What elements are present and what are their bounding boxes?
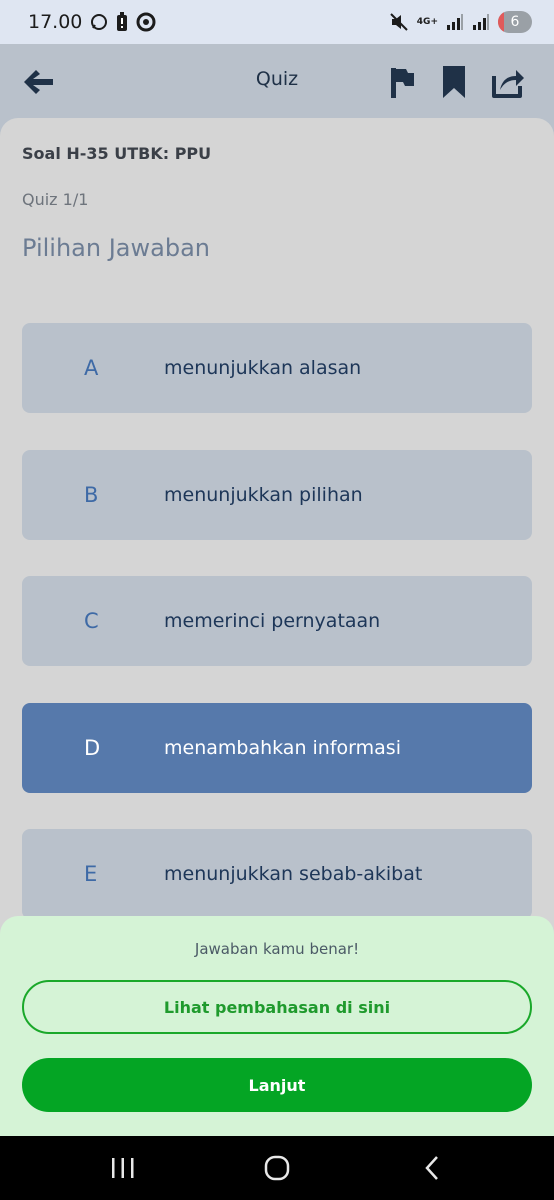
view-explanation-button[interactable]: Lihat pembahasan di sini [22, 980, 532, 1034]
quiz-progress: Quiz 1/1 [22, 190, 89, 209]
quiz-source: Soal H-35 UTBK: PPU [22, 144, 212, 163]
mute-icon [390, 13, 408, 31]
recent-apps-icon[interactable] [108, 1154, 138, 1182]
option-text: menambahkan informasi [164, 737, 401, 759]
quiz-content: Soal H-35 UTBK: PPU Quiz 1/1 Pilihan Jaw… [0, 118, 554, 1018]
option-d[interactable]: D menambahkan informasi [22, 703, 532, 793]
signal-icon-2 [473, 14, 489, 30]
battery-indicator: 6 [498, 11, 532, 33]
battery-alert-icon [117, 12, 128, 31]
option-letter: A [84, 356, 99, 380]
option-text: menunjukkan sebab-akibat [164, 863, 423, 885]
feedback-panel: Jawaban kamu benar! Lihat pembahasan di … [0, 916, 554, 1136]
app-notification-icon [136, 12, 156, 32]
option-e[interactable]: E menunjukkan sebab-akibat [22, 829, 532, 919]
feedback-message: Jawaban kamu benar! [194, 940, 360, 958]
status-right: 4G+ 6 [389, 11, 532, 33]
option-b[interactable]: B menunjukkan pilihan [22, 450, 532, 540]
next-button[interactable]: Lanjut [22, 1058, 532, 1112]
status-time: 17.00 [28, 11, 83, 33]
network-type: 4G+ [416, 16, 438, 27]
section-title: Pilihan Jawaban [22, 234, 210, 262]
option-letter: B [84, 483, 99, 507]
option-letter: E [84, 862, 98, 886]
chat-bubble-icon [91, 14, 108, 30]
option-text: menunjukkan alasan [164, 357, 362, 379]
system-nav-bar [0, 1136, 554, 1200]
status-bar: 17.00 4G+ 6 [0, 0, 554, 44]
option-c[interactable]: C memerinci pernyataan [22, 576, 532, 666]
option-letter: D [84, 736, 101, 760]
flag-icon[interactable] [384, 64, 420, 100]
status-left: 17.00 [28, 11, 156, 33]
option-text: menunjukkan pilihan [164, 484, 363, 506]
share-icon[interactable] [490, 64, 526, 100]
signal-icon [447, 14, 463, 30]
option-a[interactable]: A menunjukkan alasan [22, 323, 532, 413]
option-text: memerinci pernyataan [164, 610, 381, 632]
back-nav-icon[interactable] [418, 1154, 448, 1182]
home-icon[interactable] [262, 1154, 292, 1182]
bookmark-icon[interactable] [436, 64, 472, 100]
option-letter: C [84, 609, 99, 633]
app-header: Quiz [0, 44, 554, 120]
battery-level: 6 [510, 14, 520, 30]
